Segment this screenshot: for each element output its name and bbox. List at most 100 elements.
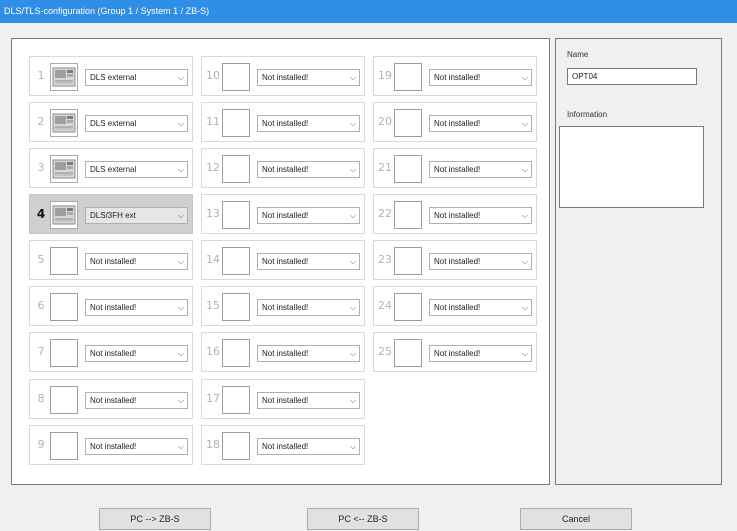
chevron-down-icon: ⌵ [177, 119, 184, 128]
slot-image-placeholder[interactable] [222, 63, 250, 91]
slot-type-dropdown[interactable]: Not installed! ⌵ [429, 207, 532, 224]
slot-type-dropdown[interactable]: DLS external ⌵ [85, 69, 188, 86]
slot-type-dropdown[interactable]: Not installed! ⌵ [429, 299, 532, 316]
chevron-down-icon: ⌵ [349, 396, 356, 405]
slot-image-placeholder[interactable] [50, 386, 78, 414]
chevron-down-icon: ⌵ [349, 303, 356, 312]
slot-type-value: Not installed! [434, 165, 481, 174]
slot-type-dropdown[interactable]: DLS external ⌵ [85, 115, 188, 132]
slot-type-value: Not installed! [90, 349, 137, 358]
slot-type-dropdown[interactable]: DLS/3FH ext ⌵ [85, 207, 188, 224]
slot-number: 19 [378, 69, 392, 82]
dls-device-icon[interactable] [50, 63, 78, 91]
details-panel: Name OPT04 Information [555, 38, 722, 485]
slot-18: 18 Not installed! ⌵ [201, 425, 365, 465]
chevron-down-icon: ⌵ [177, 303, 184, 312]
slot-image-placeholder[interactable] [394, 293, 422, 321]
slot-type-dropdown[interactable]: Not installed! ⌵ [85, 438, 188, 455]
slot-image-placeholder[interactable] [222, 432, 250, 460]
slot-number: 3 [37, 161, 45, 174]
slot-number: 12 [206, 161, 220, 174]
slot-number: 6 [37, 299, 45, 312]
slot-type-dropdown[interactable]: Not installed! ⌵ [85, 299, 188, 316]
chevron-down-icon: ⌵ [521, 73, 528, 82]
slot-image-placeholder[interactable] [222, 155, 250, 183]
slot-image-placeholder[interactable] [222, 201, 250, 229]
slot-type-dropdown[interactable]: Not installed! ⌵ [85, 392, 188, 409]
slot-type-value: Not installed! [262, 165, 309, 174]
window-title: DLS/TLS-configuration (Group 1 / System … [0, 0, 737, 23]
slot-type-dropdown[interactable]: Not installed! ⌵ [429, 345, 532, 362]
slot-image-placeholder[interactable] [222, 293, 250, 321]
chevron-down-icon: ⌵ [349, 165, 356, 174]
slot-image-placeholder[interactable] [222, 386, 250, 414]
slot-image-placeholder[interactable] [394, 201, 422, 229]
slot-type-dropdown[interactable]: Not installed! ⌵ [257, 115, 360, 132]
slot-image-placeholder[interactable] [50, 339, 78, 367]
slot-image-placeholder[interactable] [394, 339, 422, 367]
name-field[interactable]: OPT04 [567, 68, 697, 85]
dls-device-icon[interactable] [50, 109, 78, 137]
slot-type-dropdown[interactable]: Not installed! ⌵ [257, 392, 360, 409]
slot-type-dropdown[interactable]: Not installed! ⌵ [257, 253, 360, 270]
slot-type-dropdown[interactable]: Not installed! ⌵ [429, 69, 532, 86]
slot-6: 6 Not installed! ⌵ [29, 286, 193, 326]
slot-number: 5 [37, 253, 45, 266]
slot-image-placeholder[interactable] [222, 247, 250, 275]
slot-type-value: Not installed! [434, 73, 481, 82]
slot-number: 17 [206, 392, 220, 405]
slot-image-placeholder[interactable] [394, 247, 422, 275]
slot-image-placeholder[interactable] [394, 155, 422, 183]
slot-number: 15 [206, 299, 220, 312]
name-label: Name [567, 50, 589, 59]
slot-image-placeholder[interactable] [394, 109, 422, 137]
slot-4: 4 DLS/3FH ext ⌵ [29, 194, 193, 234]
slot-number: 13 [206, 207, 220, 220]
slot-type-dropdown[interactable]: Not installed! ⌵ [429, 161, 532, 178]
dls-device-icon[interactable] [50, 155, 78, 183]
slot-type-dropdown[interactable]: Not installed! ⌵ [257, 299, 360, 316]
slot-type-value: Not installed! [262, 396, 309, 405]
slot-number: 23 [378, 253, 392, 266]
slot-image-placeholder[interactable] [222, 109, 250, 137]
cancel-button[interactable]: Cancel [520, 508, 632, 530]
slot-type-value: Not installed! [262, 119, 309, 128]
slot-type-value: DLS external [90, 73, 137, 82]
slot-8: 8 Not installed! ⌵ [29, 379, 193, 419]
slot-12: 12 Not installed! ⌵ [201, 148, 365, 188]
slot-type-dropdown[interactable]: Not installed! ⌵ [257, 161, 360, 178]
slot-type-dropdown[interactable]: Not installed! ⌵ [257, 69, 360, 86]
slot-image-placeholder[interactable] [394, 63, 422, 91]
pc-to-zbs-button[interactable]: PC --> ZB-S [99, 508, 211, 530]
slot-number: 10 [206, 69, 220, 82]
slot-number: 22 [378, 207, 392, 220]
slot-image-placeholder[interactable] [50, 432, 78, 460]
slot-19: 19 Not installed! ⌵ [373, 56, 537, 96]
slot-number: 11 [206, 115, 220, 128]
slot-number: 21 [378, 161, 392, 174]
slot-type-dropdown[interactable]: Not installed! ⌵ [429, 115, 532, 132]
slot-type-dropdown[interactable]: Not installed! ⌵ [85, 345, 188, 362]
slot-24: 24 Not installed! ⌵ [373, 286, 537, 326]
slot-image-placeholder[interactable] [50, 293, 78, 321]
slot-type-value: Not installed! [434, 211, 481, 220]
chevron-down-icon: ⌵ [349, 119, 356, 128]
slot-25: 25 Not installed! ⌵ [373, 332, 537, 372]
slot-number: 1 [37, 69, 45, 82]
slot-type-value: DLS external [90, 165, 137, 174]
chevron-down-icon: ⌵ [521, 257, 528, 266]
slot-type-dropdown[interactable]: DLS external ⌵ [85, 161, 188, 178]
slot-type-dropdown[interactable]: Not installed! ⌵ [257, 345, 360, 362]
slot-image-placeholder[interactable] [50, 247, 78, 275]
slot-13: 13 Not installed! ⌵ [201, 194, 365, 234]
slot-type-dropdown[interactable]: Not installed! ⌵ [85, 253, 188, 270]
slot-type-dropdown[interactable]: Not installed! ⌵ [257, 438, 360, 455]
zbs-to-pc-button[interactable]: PC <-- ZB-S [307, 508, 419, 530]
slot-image-placeholder[interactable] [222, 339, 250, 367]
chevron-down-icon: ⌵ [521, 349, 528, 358]
slot-type-dropdown[interactable]: Not installed! ⌵ [429, 253, 532, 270]
slot-type-dropdown[interactable]: Not installed! ⌵ [257, 207, 360, 224]
information-field[interactable] [559, 126, 704, 208]
chevron-down-icon: ⌵ [521, 119, 528, 128]
dls-device-icon[interactable] [50, 201, 78, 229]
